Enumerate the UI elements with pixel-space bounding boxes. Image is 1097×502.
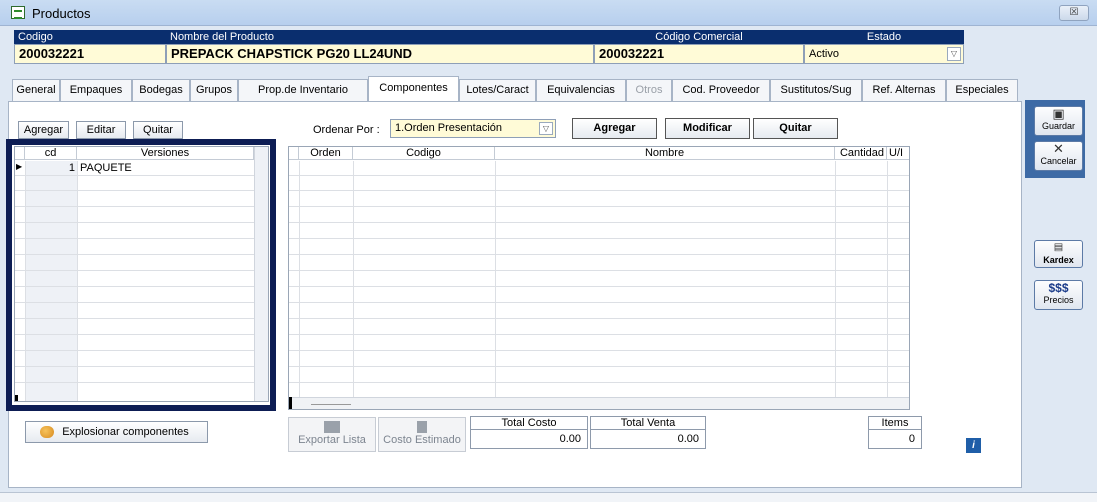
- estado-select[interactable]: Activo ▽: [804, 44, 964, 64]
- codigo-comercial-field-group: Código Comercial 200032221: [594, 30, 804, 66]
- exportar-lista-button[interactable]: Exportar Lista: [288, 417, 376, 452]
- kardex-icon: ▤: [1053, 242, 1064, 253]
- users-icon: [40, 426, 54, 438]
- total-costo-label: Total Costo: [470, 416, 588, 429]
- tab-general[interactable]: General: [12, 79, 60, 101]
- kardex-button[interactable]: ▤ Kardex: [1034, 240, 1083, 268]
- ordenar-value: 1.Orden Presentación: [395, 122, 503, 134]
- codigo-comercial-label: Código Comercial: [594, 30, 804, 44]
- tab-prop-inventario[interactable]: Prop.de Inventario: [238, 79, 368, 101]
- column-header-nombre[interactable]: Nombre: [495, 147, 835, 160]
- tab-cod-proveedor[interactable]: Cod. Proveedor: [672, 79, 770, 101]
- export-icon: [324, 421, 340, 433]
- info-icon[interactable]: i: [966, 438, 981, 453]
- chevron-down-icon[interactable]: ▽: [947, 47, 961, 61]
- componentes-agregar-button[interactable]: Agregar: [572, 118, 657, 139]
- column-header-orden[interactable]: Orden: [299, 147, 353, 160]
- tab-especiales[interactable]: Especiales: [946, 79, 1018, 101]
- tab-grupos[interactable]: Grupos: [190, 79, 238, 101]
- chevron-down-icon[interactable]: ▽: [539, 122, 553, 135]
- guardar-label: Guardar: [1041, 121, 1076, 131]
- window-title: Productos: [32, 6, 91, 21]
- codigo-comercial-field[interactable]: 200032221: [594, 44, 804, 64]
- precios-symbol: $$$: [1048, 281, 1069, 295]
- cancelar-label: Cancelar: [1040, 156, 1077, 166]
- precios-label: Precios: [1043, 295, 1074, 305]
- items-value: 0: [868, 429, 922, 449]
- tab-empaques[interactable]: Empaques: [60, 79, 132, 101]
- estado-field-group: Estado Activo ▽: [804, 30, 964, 66]
- nombre-field[interactable]: PREPACK CHAPSTICK PG20 LL24UND: [166, 44, 594, 64]
- costo-estimado-label: Costo Estimado: [383, 434, 461, 446]
- exportar-label: Exportar Lista: [298, 434, 366, 446]
- total-venta-label: Total Venta: [590, 416, 706, 429]
- codigo-field[interactable]: 200032221: [14, 44, 166, 64]
- estado-label: Estado: [804, 30, 964, 44]
- componentes-quitar-button[interactable]: Quitar: [753, 118, 838, 139]
- status-strip: [0, 492, 1097, 502]
- tab-otros: Otros: [626, 79, 672, 101]
- ordenar-label: Ordenar Por :: [313, 124, 380, 136]
- save-icon: ▣: [1052, 106, 1065, 121]
- items-label: Items: [868, 416, 922, 429]
- cancelar-button[interactable]: ✕ Cancelar: [1034, 141, 1083, 171]
- costo-estimado-button[interactable]: Costo Estimado: [378, 417, 466, 452]
- tab-sustitutos-sug[interactable]: Sustitutos/Sug: [770, 79, 862, 101]
- nombre-field-group: Nombre del Producto PREPACK CHAPSTICK PG…: [166, 30, 594, 66]
- componentes-hscrollbar[interactable]: [289, 397, 909, 409]
- guardar-button[interactable]: ▣ Guardar: [1034, 106, 1083, 136]
- versiones-editar-button[interactable]: Editar: [76, 121, 126, 139]
- nombre-label: Nombre del Producto: [166, 30, 594, 44]
- tab-bodegas[interactable]: Bodegas: [132, 79, 190, 101]
- componentes-grid[interactable]: Orden Codigo Nombre Cantidad U/I: [288, 146, 910, 410]
- tab-componentes[interactable]: Componentes: [368, 76, 459, 101]
- tab-ref-alternas[interactable]: Ref. Alternas: [862, 79, 946, 101]
- selection-frame: [6, 139, 276, 411]
- column-header-um[interactable]: U/I: [887, 147, 909, 160]
- column-header-codigo[interactable]: Codigo: [353, 147, 495, 160]
- calculator-icon: [417, 421, 427, 433]
- explosionar-label: Explosionar componentes: [62, 426, 189, 438]
- tab-lotes-caract[interactable]: Lotes/Caract: [459, 79, 536, 101]
- versiones-quitar-button[interactable]: Quitar: [133, 121, 183, 139]
- tab-equivalencias[interactable]: Equivalencias: [536, 79, 626, 101]
- cancel-icon: ✕: [1053, 141, 1064, 156]
- total-venta-value: 0.00: [590, 429, 706, 449]
- close-button[interactable]: ☒: [1059, 5, 1089, 21]
- versiones-agregar-button[interactable]: Agregar: [18, 121, 69, 139]
- ordenar-select[interactable]: 1.Orden Presentación ▽: [390, 119, 556, 138]
- kardex-label: Kardex: [1043, 255, 1074, 265]
- estado-value: Activo: [809, 48, 839, 60]
- codigo-label: Codigo: [14, 30, 166, 44]
- column-header-cantidad[interactable]: Cantidad: [835, 147, 887, 160]
- app-icon: [11, 6, 25, 19]
- explosionar-button[interactable]: Explosionar componentes: [25, 421, 208, 443]
- codigo-field-group: Codigo 200032221: [14, 30, 166, 66]
- componentes-modificar-button[interactable]: Modificar: [665, 118, 750, 139]
- right-toolbar: ▣ Guardar ✕ Cancelar: [1025, 100, 1085, 178]
- total-costo-value: 0.00: [470, 429, 588, 449]
- window-titlebar: Productos ☒: [0, 0, 1097, 26]
- precios-button[interactable]: $$$ Precios: [1034, 280, 1083, 310]
